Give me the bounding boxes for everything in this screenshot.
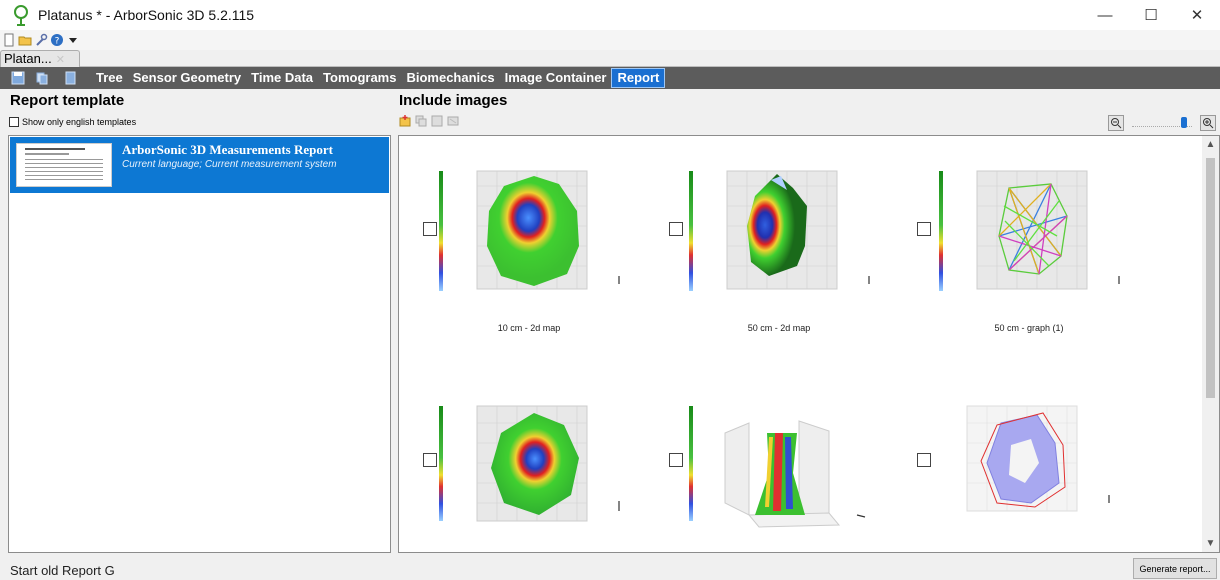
zoom-control — [1108, 113, 1218, 133]
minimize-button[interactable]: — — [1082, 0, 1128, 30]
save-image-icon[interactable] — [431, 115, 443, 127]
help-icon[interactable]: ? — [50, 33, 64, 47]
delete-image-icon[interactable] — [447, 115, 459, 127]
report-template-heading: Report template — [10, 92, 125, 109]
image-caption: 50 cm - graph (1) — [994, 323, 1064, 333]
menu-item-biomechanics[interactable]: Biomechanics — [401, 68, 499, 88]
image-toolbar — [399, 115, 459, 127]
title-bar: Platanus * - ArborSonic 3D 5.2.115 — ☐ ✕ — [0, 0, 1220, 30]
image-checkbox[interactable] — [917, 453, 931, 467]
template-item[interactable]: ArborSonic 3D Measurements Report Curren… — [10, 137, 389, 193]
copy-icon[interactable] — [35, 71, 49, 85]
svg-text:?: ? — [55, 37, 60, 47]
image-caption: 50 cm - 2d map — [747, 323, 811, 333]
generate-report-button[interactable]: Generate report... — [1133, 558, 1217, 579]
close-button[interactable]: ✕ — [1174, 0, 1220, 30]
document-tab-label: Platan... — [4, 51, 52, 66]
tomogram-outline-image — [966, 405, 1110, 512]
add-image-icon[interactable] — [399, 115, 411, 127]
tomogram-2d-map-image — [439, 405, 620, 522]
zoom-slider-thumb[interactable] — [1180, 117, 1187, 128]
menu-item-image-container[interactable]: Image Container — [500, 68, 612, 88]
main-menu-bar: Tree Sensor Geometry Time Data Tomograms… — [0, 67, 1220, 89]
zoom-slider[interactable] — [1132, 115, 1192, 131]
menu-item-tree[interactable]: Tree — [91, 68, 128, 88]
document-tab-strip: Platan... ✕ — [0, 50, 1220, 67]
menu-item-sensor-geometry[interactable]: Sensor Geometry — [128, 68, 246, 88]
template-thumbnail — [16, 143, 112, 187]
document-icon[interactable] — [63, 71, 77, 85]
tree-icon — [14, 5, 28, 26]
menu-item-time-data[interactable]: Time Data — [246, 68, 318, 88]
scroll-up-icon[interactable]: ▲ — [1202, 136, 1219, 153]
quick-access-toolbar: ? — [0, 30, 1220, 50]
tomogram-3d-view-image — [689, 406, 866, 528]
image-checkbox[interactable] — [669, 453, 683, 467]
tomogram-2d-map-image — [439, 170, 620, 291]
image-checkbox[interactable] — [669, 222, 683, 236]
image-checkbox[interactable] — [423, 453, 437, 467]
image-cell — [899, 391, 1179, 552]
open-folder-icon[interactable] — [18, 33, 32, 47]
close-tab-icon[interactable]: ✕ — [56, 54, 65, 66]
image-cell — [399, 391, 659, 552]
save-icon[interactable] — [11, 71, 25, 85]
zoom-in-icon — [1203, 118, 1214, 129]
new-file-icon[interactable] — [2, 33, 16, 47]
zoom-out-button[interactable] — [1108, 115, 1124, 131]
vertical-scrollbar[interactable]: ▲ ▼ — [1202, 136, 1219, 552]
template-title: ArborSonic 3D Measurements Report — [122, 142, 333, 157]
tomogram-2d-map-image — [689, 170, 870, 291]
wrench-icon[interactable] — [34, 33, 48, 47]
image-cell: 10 cm - 2d map — [399, 136, 659, 366]
image-cell: 50 cm - 2d map — [649, 136, 909, 366]
zoom-out-icon — [1111, 118, 1122, 129]
image-caption: 10 cm - 2d map — [497, 323, 561, 333]
include-images-heading: Include images — [399, 92, 508, 109]
image-cell — [649, 391, 909, 552]
dropdown-arrow-icon[interactable] — [66, 33, 80, 47]
scrollbar-thumb[interactable] — [1206, 158, 1215, 398]
template-list: ArborSonic 3D Measurements Report Curren… — [8, 135, 391, 553]
english-templates-checkbox[interactable] — [9, 117, 19, 127]
document-tab[interactable]: Platan... ✕ — [0, 50, 80, 67]
english-templates-label: Show only english templates — [22, 117, 137, 127]
status-text: Start old Report G — [10, 563, 115, 578]
copy-image-icon[interactable] — [415, 115, 427, 127]
english-templates-checkbox-row[interactable]: Show only english templates — [9, 117, 136, 127]
image-gallery: 10 cm - 2d map 50 cm - 2d map 50 cm - gr… — [398, 135, 1220, 553]
menu-item-report[interactable]: Report — [611, 68, 666, 88]
image-cell: 50 cm - graph (1) — [899, 136, 1179, 366]
window-title: Platanus * - ArborSonic 3D 5.2.115 — [38, 7, 255, 23]
scroll-down-icon[interactable]: ▼ — [1202, 535, 1219, 552]
menu-item-tomograms[interactable]: Tomograms — [318, 68, 401, 88]
image-checkbox[interactable] — [423, 222, 437, 236]
zoom-in-button[interactable] — [1200, 115, 1216, 131]
image-checkbox[interactable] — [917, 222, 931, 236]
tomogram-graph-image — [939, 170, 1120, 291]
template-subtitle: Current language; Current measurement sy… — [122, 159, 337, 170]
maximize-button[interactable]: ☐ — [1128, 0, 1174, 30]
